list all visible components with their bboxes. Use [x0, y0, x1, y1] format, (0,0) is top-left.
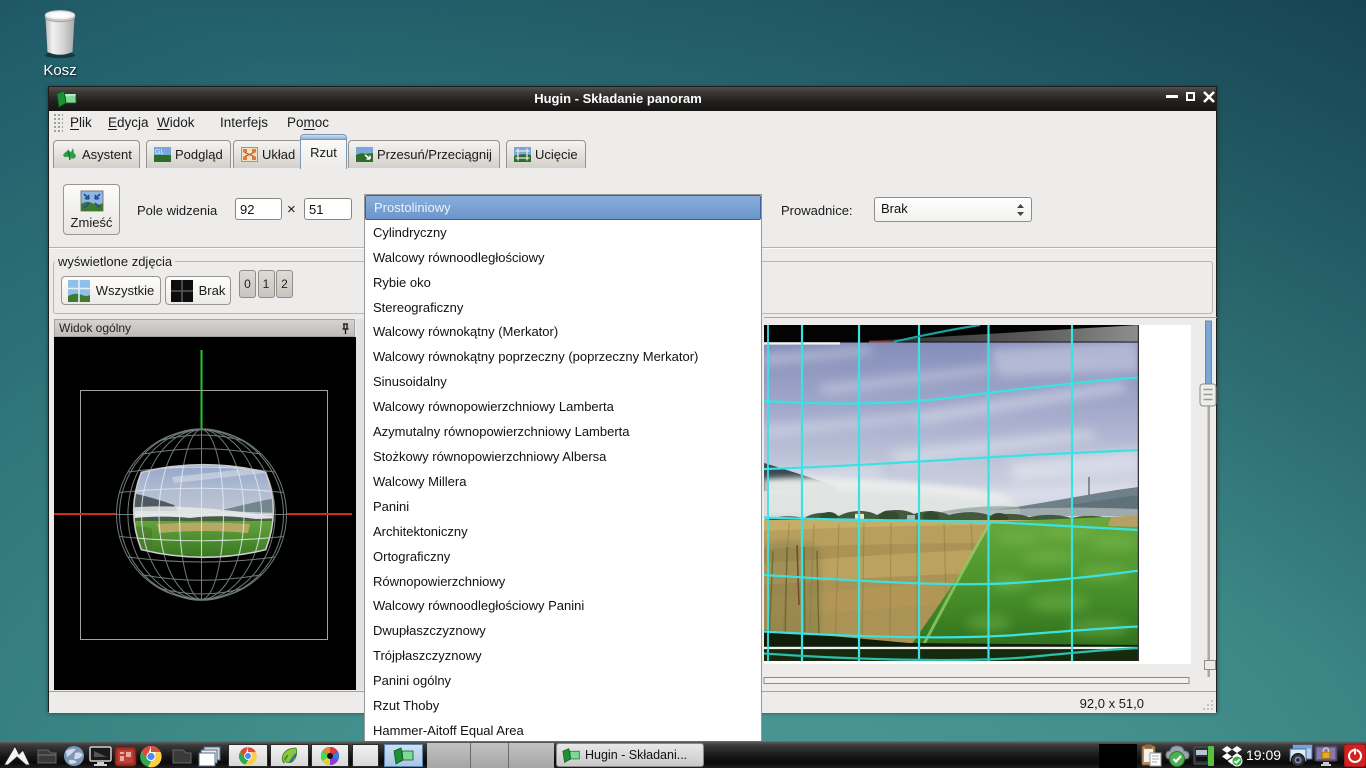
svg-text:GL: GL [155, 149, 164, 156]
